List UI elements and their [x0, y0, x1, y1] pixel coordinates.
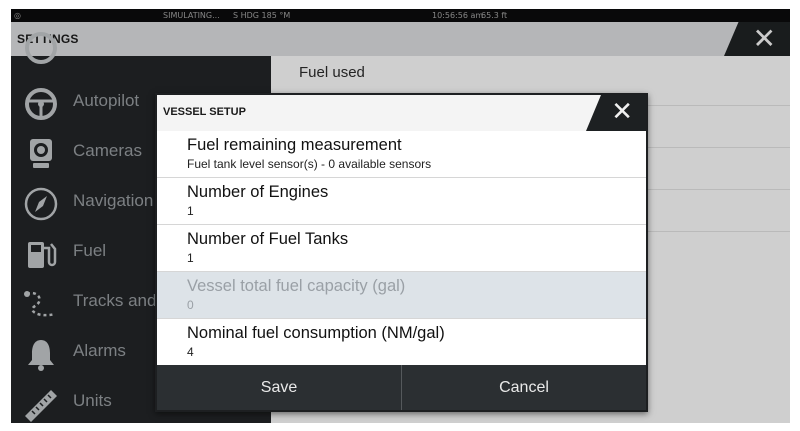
field-label: Fuel remaining measurement — [187, 136, 402, 154]
field-label: Number of Fuel Tanks — [187, 230, 349, 248]
number-of-fuel-tanks-field[interactable]: Number of Fuel Tanks 1 — [157, 225, 646, 272]
number-of-engines-field[interactable]: Number of Engines 1 — [157, 178, 646, 225]
field-value: 1 — [187, 204, 194, 218]
save-button[interactable]: Save — [157, 365, 402, 410]
vessel-total-fuel-capacity-field: Vessel total fuel capacity (gal) 0 — [157, 272, 646, 319]
field-value: 1 — [187, 251, 194, 265]
close-icon: ✕ — [611, 97, 633, 127]
field-value: 4 — [187, 345, 194, 359]
dialog-close-button[interactable]: ✕ — [586, 95, 646, 131]
fuel-remaining-measurement-field[interactable]: Fuel remaining measurement Fuel tank lev… — [157, 131, 646, 178]
field-label: Number of Engines — [187, 183, 329, 201]
nominal-fuel-consumption-field[interactable]: Nominal fuel consumption (NM/gal) 4 — [157, 319, 646, 366]
dialog-title: VESSEL SETUP — [163, 106, 246, 118]
dialog-footer: Save Cancel — [157, 365, 646, 410]
field-label: Vessel total fuel capacity (gal) — [187, 277, 406, 295]
vessel-setup-dialog: VESSEL SETUP ✕ Fuel remaining measuremen… — [155, 93, 648, 412]
field-value: Fuel tank level sensor(s) - 0 available … — [187, 157, 432, 171]
dialog-header: VESSEL SETUP ✕ — [157, 95, 646, 131]
field-value: 0 — [187, 298, 194, 312]
field-label: Nominal fuel consumption (NM/gal) — [187, 324, 445, 342]
cancel-button[interactable]: Cancel — [402, 365, 646, 410]
